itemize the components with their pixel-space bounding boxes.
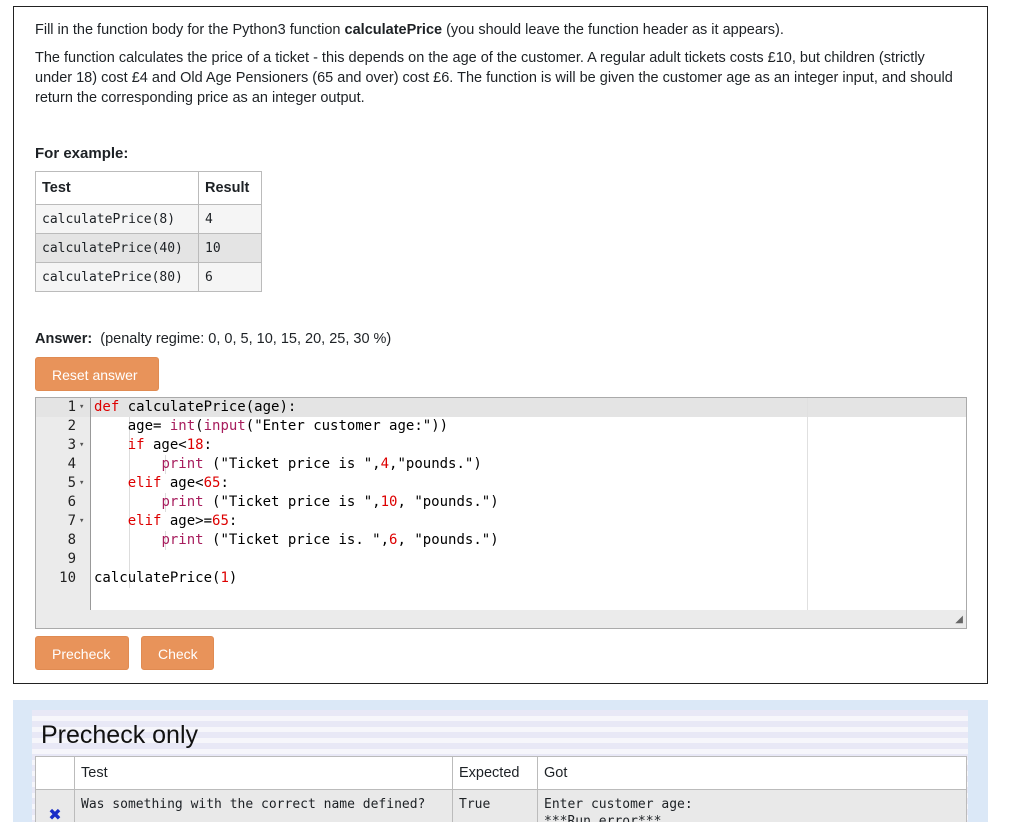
line-number: 6 (67, 494, 76, 510)
code-line[interactable]: print ("Ticket price is. ",6, "pounds.") (94, 531, 498, 550)
code-line[interactable]: age= int(input("Enter customer age:")) (94, 417, 448, 436)
for-example-heading: For example: (35, 145, 129, 162)
code-editor[interactable]: 1 ▾ def calculatePrice(age): 2 age= int(inp… (35, 397, 967, 629)
code-line[interactable]: print ("Ticket price is ",10, "pounds.") (94, 493, 498, 512)
question-box: Fill in the function body for the Python… (13, 6, 988, 684)
example-table: Test Result calculatePrice(8) 4 calculat… (35, 171, 262, 292)
reset-answer-button[interactable]: Reset answer (35, 357, 159, 391)
editor-bottom-bar (36, 610, 966, 628)
header-test: Test (74, 756, 453, 790)
precheck-button[interactable]: Precheck (35, 636, 129, 670)
example-table-header: Test Result (35, 171, 262, 205)
header-expected: Expected (452, 756, 538, 790)
line-number: 5 (67, 475, 76, 491)
gutter-divider (90, 398, 91, 610)
cross-icon: ✖ (48, 805, 62, 822)
question-intro: Fill in the function body for the Python… (35, 20, 965, 40)
function-name: calculatePrice (344, 22, 443, 38)
result-panel: Precheck only Test Expected Got ✖ Was so… (13, 700, 988, 822)
code-line[interactable]: def calculatePrice(age): (94, 398, 296, 417)
code-line[interactable]: elif age>=65: (94, 512, 238, 531)
answer-label-row: Answer: (penalty regime: 0, 0, 5, 10, 15… (35, 331, 391, 347)
code-line[interactable]: elif age<65: (94, 474, 229, 493)
example-row: calculatePrice(80) 6 (35, 262, 262, 292)
example-test: calculatePrice(8) (35, 204, 199, 234)
resize-handle-icon[interactable]: ◢ (955, 614, 963, 625)
result-got: Enter customer age: ***Run error*** (537, 789, 967, 822)
line-number: 1 (67, 399, 76, 415)
result-header: Test Expected Got (35, 756, 967, 790)
result-title: Precheck only (41, 721, 199, 749)
header-status (35, 756, 75, 790)
line-number: 10 (59, 570, 76, 586)
check-button[interactable]: Check (141, 636, 214, 670)
header-got: Got (537, 756, 967, 790)
header-result: Result (198, 171, 262, 205)
code-line[interactable]: calculatePrice(1) (94, 569, 237, 588)
got-line: ***Run error*** (544, 814, 662, 822)
penalty-regime: (penalty regime: 0, 0, 5, 10, 15, 20, 25… (100, 331, 392, 347)
intro-text: Fill in the function body for the Python… (35, 22, 345, 38)
print-margin (807, 398, 808, 628)
status-cell: ✖ (35, 789, 75, 822)
example-result: 4 (198, 204, 262, 234)
line-number: 9 (67, 551, 76, 567)
line-number: 4 (67, 456, 76, 472)
example-result: 10 (198, 233, 262, 263)
example-test: calculatePrice(40) (35, 233, 199, 263)
example-test: calculatePrice(80) (35, 262, 199, 292)
result-expected: True (452, 789, 538, 822)
example-result: 6 (198, 262, 262, 292)
result-test: Was something with the correct name defi… (74, 789, 453, 822)
line-number: 3 (67, 437, 76, 453)
code-line[interactable]: if age<18: (94, 436, 212, 455)
answer-label: Answer: (35, 331, 93, 347)
fold-arrow-icon[interactable]: ▾ (79, 398, 84, 417)
line-number: 8 (67, 532, 76, 548)
question-description: The function calculates the price of a t… (35, 50, 953, 106)
line-number: 2 (67, 418, 76, 434)
fold-arrow-icon[interactable]: ▾ (79, 436, 84, 455)
result-row: ✖ Was something with the correct name de… (35, 789, 967, 822)
fold-arrow-icon[interactable]: ▾ (79, 512, 84, 531)
line-number: 7 (67, 513, 76, 529)
result-table: Test Expected Got ✖ Was something with t… (35, 756, 967, 822)
got-line: Enter customer age: (544, 797, 693, 812)
intro-text-end: (you should leave the function header as… (442, 22, 784, 38)
code-line[interactable]: print ("Ticket price is ",4,"pounds.") (94, 455, 481, 474)
example-row: calculatePrice(8) 4 (35, 204, 262, 234)
example-row: calculatePrice(40) 10 (35, 233, 262, 263)
fold-arrow-icon[interactable]: ▾ (79, 474, 84, 493)
header-test: Test (35, 171, 199, 205)
